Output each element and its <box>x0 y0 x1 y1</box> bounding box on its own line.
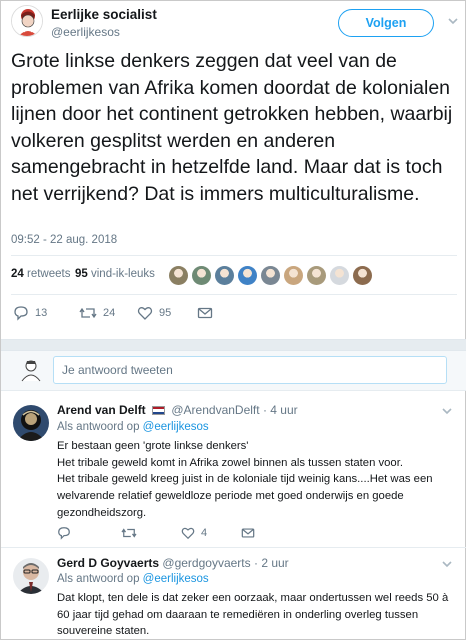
liker-avatar[interactable] <box>284 266 303 285</box>
reply-text: Er bestaan geen 'grote linkse denkers' H… <box>57 438 449 522</box>
reply-header: Arend van Delft @ArendvanDelft · 4 uur <box>57 403 298 417</box>
author-name[interactable]: Eerlijke socialist <box>51 7 157 22</box>
reply-icon <box>14 306 28 321</box>
chevron-down-icon[interactable] <box>441 558 453 570</box>
reply-header: Gerd D Goyvaerts @gerdgoyvaerts · 2 uur <box>57 556 289 570</box>
chevron-down-icon[interactable] <box>447 15 459 27</box>
liker-avatar[interactable] <box>307 266 326 285</box>
reply-text-line: Het tribale geweld kreeg juist in de kol… <box>57 473 433 519</box>
reply-avatar[interactable] <box>13 405 49 441</box>
tweet-header: Eerlijke socialist @eerlijkesos Volgen <box>9 5 459 41</box>
likes-stat[interactable]: 95 vind-ik-leuks <box>75 268 155 280</box>
retweet-icon <box>79 307 97 319</box>
reply-text: Dat klopt, ten dele is dat zeker een oor… <box>57 590 449 640</box>
reply-text-line: Dat klopt, ten dele is dat zeker een oor… <box>57 592 449 638</box>
reply-input[interactable] <box>53 356 447 384</box>
reply-count: 13 <box>35 307 48 319</box>
envelope-icon <box>241 528 255 538</box>
likes-count: 95 <box>75 268 88 280</box>
retweets-stat[interactable]: 24 retweets <box>11 268 70 280</box>
reply-text-line: Er bestaan geen 'grote linkse denkers' <box>57 440 249 452</box>
reply-author-name[interactable]: Arend van Delft <box>57 403 146 417</box>
reply-to-link[interactable]: @eerlijkesos <box>143 421 209 433</box>
reply-avatar[interactable] <box>13 558 49 594</box>
tweet-page: Eerlijke socialist @eerlijkesos Volgen G… <box>0 0 466 640</box>
reply-author-name[interactable]: Gerd D Goyvaerts <box>57 556 159 570</box>
author-avatar[interactable] <box>11 5 43 37</box>
reply-composer <box>1 351 466 391</box>
author-handle[interactable]: @eerlijkesos <box>51 25 120 39</box>
reply-icon <box>58 527 70 540</box>
divider <box>11 294 457 295</box>
reply-avatar-image <box>13 405 49 441</box>
reply-age[interactable]: 4 uur <box>270 403 297 417</box>
reply-context: Als antwoord op @eerlijkesos <box>57 573 209 585</box>
reply-author-handle[interactable]: @ArendvanDelft <box>171 403 259 417</box>
retweet-button[interactable] <box>121 524 137 542</box>
reply-context: Als antwoord op @eerlijkesos <box>57 421 209 433</box>
liker-avatar[interactable] <box>215 266 234 285</box>
like-count: 4 <box>201 527 208 539</box>
tweet-timestamp[interactable]: 09:52 - 22 aug. 2018 <box>11 234 117 246</box>
dot-separator: · <box>262 403 267 417</box>
liker-avatar[interactable] <box>330 266 349 285</box>
envelope-icon <box>197 307 213 319</box>
reply-to-prefix: Als antwoord op <box>57 573 140 585</box>
like-button[interactable]: 95 <box>137 303 171 323</box>
reply-tweet[interactable]: Gerd D Goyvaerts @gerdgoyvaerts · 2 uur … <box>1 548 466 640</box>
reply-text-line: Het tribale geweld komt in Afrika zowel … <box>57 456 403 469</box>
tweet-text: Grote linkse denkers zeggen dat veel van… <box>11 50 453 205</box>
reply-button[interactable] <box>57 524 71 542</box>
reply-to-prefix: Als antwoord op <box>57 421 140 433</box>
follow-button[interactable]: Volgen <box>338 9 434 37</box>
reply-tweet[interactable]: Arend van Delft @ArendvanDelft · 4 uur A… <box>1 391 466 547</box>
liker-avatar[interactable] <box>353 266 372 285</box>
section-divider <box>1 339 466 351</box>
heart-icon <box>181 527 195 540</box>
heart-icon <box>137 307 153 320</box>
reply-actions: 4 <box>57 524 437 542</box>
dm-button[interactable] <box>197 303 213 323</box>
dot-separator: · <box>253 556 258 570</box>
netherlands-flag-icon <box>152 406 166 415</box>
liker-avatar[interactable] <box>192 266 211 285</box>
retweets-label: retweets <box>27 268 71 280</box>
like-count: 95 <box>159 307 172 319</box>
likes-label: vind-ik-leuks <box>91 268 155 280</box>
retweet-icon <box>121 528 137 538</box>
liker-avatar[interactable] <box>169 266 188 285</box>
retweet-count: 24 <box>103 307 116 319</box>
like-button[interactable]: 4 <box>181 524 207 542</box>
reply-author-handle[interactable]: @gerdgoyvaerts <box>162 556 250 570</box>
chevron-down-icon[interactable] <box>441 405 453 417</box>
reply-button[interactable]: 13 <box>13 303 47 323</box>
reply-avatar-image <box>13 558 49 594</box>
dm-button[interactable] <box>241 524 255 542</box>
retweets-count: 24 <box>11 268 24 280</box>
current-user-avatar <box>21 360 41 382</box>
retweet-button[interactable]: 24 <box>79 303 115 323</box>
reply-to-link[interactable]: @eerlijkesos <box>143 573 209 585</box>
tweet-actions: 13 24 95 <box>11 301 457 325</box>
liker-avatar[interactable] <box>261 266 280 285</box>
divider <box>11 255 457 256</box>
reply-age[interactable]: 2 uur <box>261 556 288 570</box>
liker-avatar[interactable] <box>238 266 257 285</box>
author-avatar-image <box>12 6 42 36</box>
